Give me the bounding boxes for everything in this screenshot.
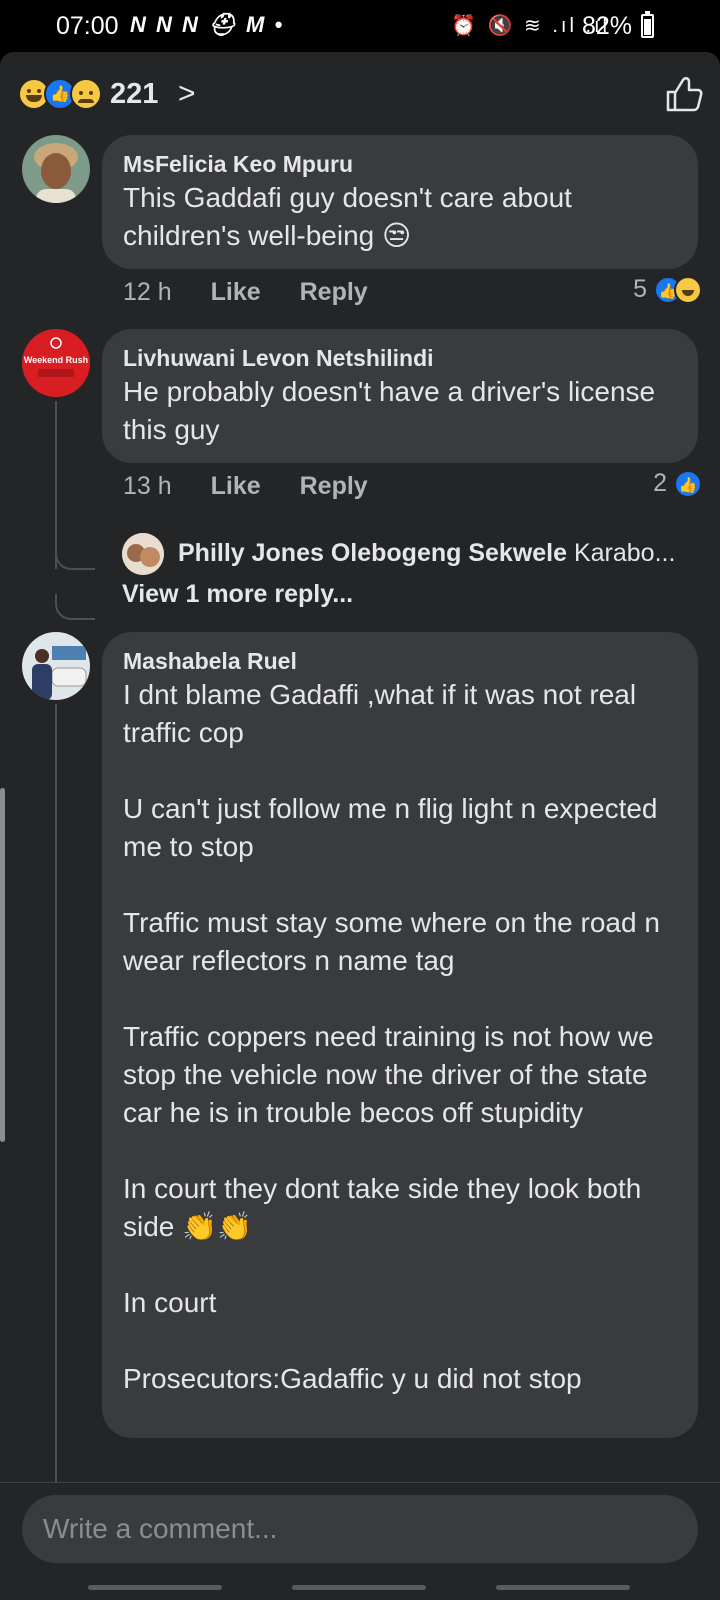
comment-input[interactable] [22, 1495, 698, 1563]
reaction-count: 221 [110, 78, 159, 110]
avatar[interactable] [122, 533, 164, 575]
battery-icon [641, 11, 654, 38]
scrollbar[interactable] [0, 788, 5, 1142]
comment-reactions[interactable]: 2 👍 [653, 469, 702, 499]
like-icon: 👍 [674, 470, 702, 499]
haha-icon [674, 276, 702, 305]
reply-preview[interactable]: Philly Jones Olebogeng Sekwele Karabo... [122, 533, 712, 577]
comment-author[interactable]: Mashabela Ruel [123, 646, 678, 676]
nav-bar-indicator [292, 1585, 426, 1590]
like-outline-icon[interactable] [664, 74, 704, 114]
view-more-replies-link[interactable]: View 1 more reply... [122, 580, 353, 609]
avatar[interactable] [22, 135, 90, 203]
comment-composer [0, 1482, 720, 1600]
reply-snippet: Karabo... [573, 539, 676, 567]
avatar[interactable] [22, 632, 90, 700]
thread-connector [55, 544, 95, 570]
comment-time: 13 h [123, 472, 172, 500]
comment-actions: 13 h Like Reply [123, 472, 400, 501]
comment-reaction-count: 2 [653, 469, 668, 497]
comment-reaction-count: 5 [633, 275, 648, 303]
comment-time: 12 h [123, 278, 172, 306]
avatar[interactable]: Weekend Rush [22, 329, 90, 397]
reply-button[interactable]: Reply [300, 278, 368, 306]
comment-text: I dnt blame Gadaffi ,what if it was not … [123, 679, 660, 1394]
comment-bubble[interactable]: Mashabela Ruel I dnt blame Gadaffi ,what… [102, 632, 698, 1438]
comment-bubble[interactable]: MsFelicia Keo Mpuru This Gaddafi guy doe… [102, 135, 698, 269]
sad-icon [70, 78, 102, 110]
nav-bar-indicator [496, 1585, 630, 1590]
reply-author[interactable]: Philly Jones Olebogeng Sekwele [178, 539, 567, 567]
reply-button[interactable]: Reply [300, 472, 368, 500]
reactions-summary[interactable]: 👍 221 > [18, 74, 708, 118]
reaction-icons: 👍 [18, 78, 108, 114]
comment-author[interactable]: MsFelicia Keo Mpuru [123, 149, 678, 179]
comment-text: He probably doesn't have a driver's lice… [123, 376, 663, 445]
comment-reactions[interactable]: 5 👍 [633, 275, 702, 305]
like-button[interactable]: Like [211, 278, 261, 306]
comments-panel: 👍 221 > MsFelicia Keo Mpuru This Gaddafi… [0, 52, 720, 1600]
like-button[interactable]: Like [211, 472, 261, 500]
thread-line [55, 704, 57, 1534]
notification-icons: N N N ⛑ M • [130, 12, 285, 37]
battery-percent: 82% [581, 12, 632, 40]
status-time: 07:00 [56, 12, 119, 40]
nav-bar-indicator [88, 1585, 222, 1590]
comment-actions: 12 h Like Reply [123, 278, 400, 307]
chevron-right-icon: > [178, 77, 196, 110]
comment-author[interactable]: Livhuwani Levon Netshilindi [123, 343, 678, 373]
thread-connector [55, 594, 95, 620]
comment-text: This Gaddafi guy doesn't care about chil… [123, 182, 580, 251]
reply-summary: Philly Jones Olebogeng Sekwele Karabo... [178, 539, 712, 568]
status-bar: 07:00 N N N ⛑ M • ⏰ 🔇 ≋ .ıl .ıl 82% [0, 0, 720, 52]
avatar-label: Weekend Rush [24, 355, 88, 365]
comment-bubble[interactable]: Livhuwani Levon Netshilindi He probably … [102, 329, 698, 463]
